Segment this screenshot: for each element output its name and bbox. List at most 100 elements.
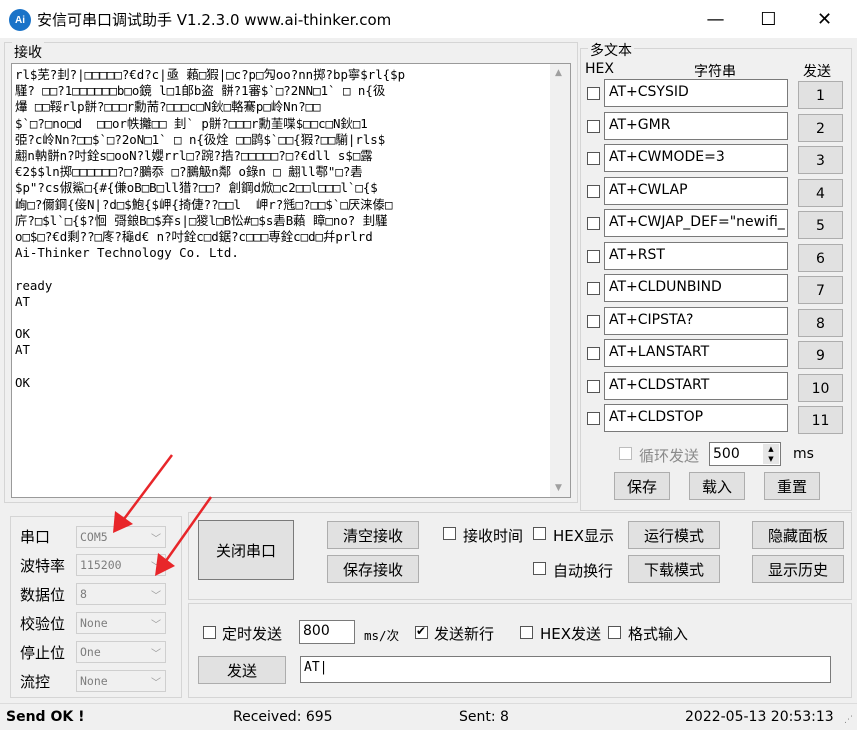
receive-time-label: 接收时间 [463,527,524,545]
hex-send-label: HEX发送 [540,625,602,643]
baud-value: 115200 [80,558,122,572]
chevron-down-icon: ﹀ [151,562,161,573]
hex-send-checkbox[interactable] [520,626,533,639]
send-column-header: 发送 [803,64,831,80]
receive-time-checkbox[interactable] [443,527,456,540]
multi-command-input[interactable]: AT+CWLAP [604,177,788,205]
received-count: Received: 695 [233,709,333,725]
multi-command-input[interactable]: AT+CSYSID [604,79,788,107]
send-text-value: AT [304,660,320,675]
receive-textarea[interactable]: rl$芜?刲?|□□□□□?€d?c|亟 藾□猳|□c?p□勼oo?nn掷?bp… [11,63,571,498]
multi-send-button[interactable]: 1 [798,81,843,109]
multi-send-button[interactable]: 11 [798,406,843,434]
multi-command-input[interactable]: AT+CWMODE=3 [604,144,788,172]
multi-command-input[interactable]: AT+CIPSTA? [604,307,788,335]
loop-unit-label: ms [793,446,814,462]
multi-send-button[interactable]: 9 [798,341,843,369]
status-message: Send OK ! [6,709,85,725]
multi-hex-checkbox[interactable] [587,380,600,393]
flow-label: 流控 [20,673,51,691]
multi-hex-checkbox[interactable] [587,282,600,295]
multi-hex-checkbox[interactable] [587,412,600,425]
timed-unit-label: ms/次 [364,628,400,643]
send-newline-checkbox[interactable]: ✔ [415,624,428,639]
send-button[interactable]: 发送 [198,656,286,684]
run-mode-button[interactable]: 运行模式 [628,521,720,549]
multi-command-input[interactable]: AT+LANSTART [604,339,788,367]
parity-value: None [80,616,108,630]
format-input-label: 格式输入 [628,625,689,643]
timed-interval-input[interactable]: 800 [299,620,355,644]
multi-command-input[interactable]: AT+CLDUNBIND [604,274,788,302]
save-receive-button[interactable]: 保存接收 [327,555,419,583]
loop-send-checkbox[interactable] [619,447,632,460]
multi-send-button[interactable]: 6 [798,244,843,272]
multi-command-input[interactable]: AT+CLDSTART [604,372,788,400]
multi-send-button[interactable]: 5 [798,211,843,239]
stopbits-value: One [80,645,101,659]
multi-hex-checkbox[interactable] [587,250,600,263]
timed-send-checkbox[interactable] [203,626,216,639]
maximize-button[interactable]: ☐ [741,0,796,38]
baud-select[interactable]: 115200 ﹀ [76,554,166,576]
hex-display-checkbox[interactable] [533,527,546,540]
multi-command-input[interactable]: AT+CWJAP_DEF="newifi_ [604,209,788,237]
save-multi-button[interactable]: 保存 [614,472,670,500]
port-select[interactable]: COM5 ﹀ [76,526,166,548]
port-label: 串口 [20,528,51,546]
stopbits-select[interactable]: One ﹀ [76,641,166,663]
window-title: 安信可串口调试助手 V1.2.3.0 www.ai-thinker.com [37,11,392,29]
multi-hex-checkbox[interactable] [587,315,600,328]
multi-command-input[interactable]: AT+CLDSTOP [604,404,788,432]
close-button[interactable]: ✕ [797,0,852,38]
title-bar: Ai 安信可串口调试助手 V1.2.3.0 www.ai-thinker.com… [0,0,857,38]
flow-value: None [80,674,108,688]
multi-send-button[interactable]: 10 [798,374,843,402]
multi-hex-checkbox[interactable] [587,185,600,198]
reset-multi-button[interactable]: 重置 [764,472,820,500]
status-datetime: 2022-05-13 20:53:13 [685,709,834,725]
flow-select[interactable]: None ﹀ [76,670,166,692]
multi-hex-checkbox[interactable] [587,217,600,230]
multi-hex-checkbox[interactable] [587,347,600,360]
multi-command-input[interactable]: AT+GMR [604,112,788,140]
multi-text-group-label: 多文本 [588,40,634,60]
multi-send-button[interactable]: 8 [798,309,843,337]
close-port-button[interactable]: 关闭串口 [198,520,294,580]
clear-receive-button[interactable]: 清空接收 [327,521,419,549]
load-multi-button[interactable]: 载入 [689,472,745,500]
receive-group-label: 接收 [12,42,44,62]
send-text-input[interactable]: AT| [300,656,831,683]
auto-wrap-checkbox[interactable] [533,562,546,575]
resize-grip-icon[interactable]: ⋰ [844,715,853,725]
send-newline-label: 发送新行 [434,625,495,643]
auto-wrap-label: 自动换行 [553,562,614,580]
scroll-down-icon[interactable]: ▼ [555,483,562,493]
loop-interval-spinbox[interactable]: 500 ▲ ▼ [709,442,781,466]
multi-send-button[interactable]: 4 [798,179,843,207]
multi-send-button[interactable]: 7 [798,276,843,304]
spin-up-icon[interactable]: ▲ [763,444,779,454]
hide-panel-button[interactable]: 隐藏面板 [752,521,844,549]
multi-hex-checkbox[interactable] [587,152,600,165]
download-mode-button[interactable]: 下载模式 [628,555,720,583]
parity-label: 校验位 [20,615,66,633]
receive-scrollbar[interactable]: ▲ ▼ [550,64,570,497]
text-cursor: | [319,660,328,675]
multi-hex-checkbox[interactable] [587,120,600,133]
multi-command-input[interactable]: AT+RST [604,242,788,270]
databits-select[interactable]: 8 ﹀ [76,583,166,605]
minimize-button[interactable]: — [688,0,743,38]
multi-hex-checkbox[interactable] [587,87,600,100]
databits-label: 数据位 [20,586,66,604]
multi-send-button[interactable]: 2 [798,114,843,142]
scroll-up-icon[interactable]: ▲ [555,68,562,78]
show-history-button[interactable]: 显示历史 [752,555,844,583]
parity-select[interactable]: None ﹀ [76,612,166,634]
format-input-checkbox[interactable] [608,626,621,639]
timed-send-label: 定时发送 [222,625,283,643]
send-group [188,603,852,698]
spin-down-icon[interactable]: ▼ [763,454,779,464]
multi-send-button[interactable]: 3 [798,146,843,174]
receive-text: rl$芜?刲?|□□□□□?€d?c|亟 藾□猳|□c?p□勼oo?nn掷?bp… [15,67,406,390]
